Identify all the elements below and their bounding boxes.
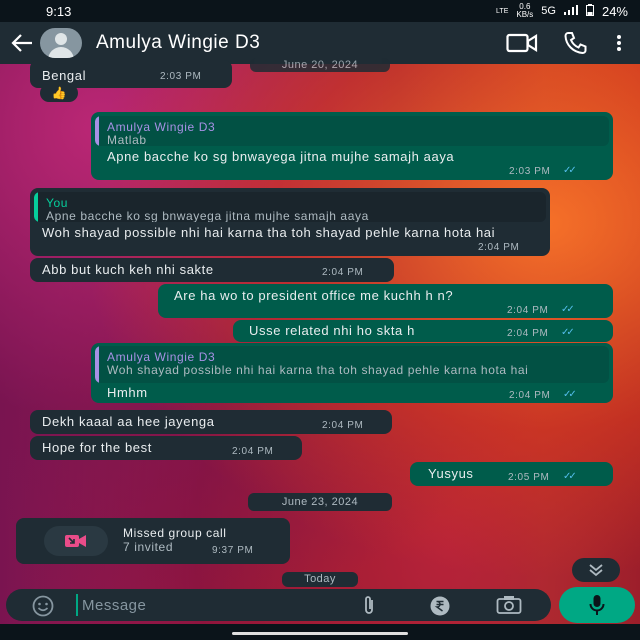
message-text: Yusyus: [428, 466, 474, 481]
message-input[interactable]: [76, 594, 336, 616]
system-nav-bar: [0, 624, 640, 640]
battery-percent: 24%: [601, 3, 628, 19]
scroll-to-bottom-button[interactable]: [572, 558, 620, 582]
quoted-message[interactable]: Amulya Wingie D3 Matlab: [95, 116, 609, 146]
message-text: Usse related nhi ho skta h: [249, 323, 415, 338]
quote-author: You: [46, 196, 69, 210]
message-time: 2:03 PM: [160, 71, 202, 82]
double-chevron-down-icon: [589, 564, 603, 577]
quote-text: Matlab: [107, 133, 147, 147]
message-time: 2:04 PM: [507, 328, 549, 339]
voice-call-icon[interactable]: [556, 23, 596, 63]
message-bubble-incoming[interactable]: Hope for the best 2:04 PM: [30, 436, 302, 460]
read-ticks-icon: ✓✓: [563, 389, 577, 400]
avatar[interactable]: [40, 28, 82, 58]
message-bubble-incoming[interactable]: Abb but kuch keh nhi sakte 2:04 PM: [30, 258, 394, 282]
message-text: Woh shayad possible nhi hai karna tha to…: [42, 225, 496, 240]
network-speed: 0.6 KB/s: [516, 3, 533, 19]
contact-name[interactable]: Amulya Wingie D3: [96, 32, 502, 54]
message-bubble-outgoing[interactable]: Usse related nhi ho skta h 2:04 PM ✓✓: [233, 320, 613, 342]
date-chip-top: June 20, 2024: [250, 58, 390, 72]
status-time: 9:13: [46, 3, 72, 19]
reaction-emoji: 👍: [51, 86, 67, 100]
reaction-thumbs-up[interactable]: 👍: [40, 84, 78, 102]
quoted-message[interactable]: Amulya Wingie D3 Woh shayad possible nhi…: [95, 346, 609, 383]
message-time: 2:05 PM: [508, 472, 550, 483]
network-speed-unit: KB/s: [516, 10, 534, 19]
message-text: Hope for the best: [42, 440, 152, 455]
message-time: 2:04 PM: [509, 390, 551, 401]
status-bar: 9:13 LTE 0.6 KB/s 5G 24%: [0, 0, 640, 22]
message-bubble-outgoing[interactable]: Amulya Wingie D3 Matlab Apne bacche ko s…: [91, 112, 613, 180]
rupee-payment-icon[interactable]: [429, 595, 451, 622]
home-gesture-handle[interactable]: [232, 632, 408, 635]
message-bubble-incoming[interactable]: Dekh kaaal aa hee jayenga 2:04 PM: [30, 410, 392, 434]
date-chip: June 23, 2024: [248, 493, 392, 511]
message-text: Dekh kaaal aa hee jayenga: [42, 414, 215, 429]
message-text: Apne bacche ko sg bnwayega jitna mujhe s…: [107, 149, 455, 164]
camera-icon[interactable]: [496, 595, 522, 620]
quote-text: Apne bacche ko sg bnwayega jitna mujhe s…: [46, 209, 369, 223]
missed-call-bubble[interactable]: Missed group call 7 invited 9:37 PM: [16, 518, 290, 564]
message-time: 2:04 PM: [478, 242, 520, 253]
message-time: 2:04 PM: [232, 446, 274, 457]
message-bubble-outgoing[interactable]: Amulya Wingie D3 Woh shayad possible nhi…: [91, 343, 613, 403]
date-chip-today: Today: [282, 572, 358, 587]
battery-icon: [585, 3, 594, 19]
message-time: 2:04 PM: [322, 267, 364, 278]
quote-author: Amulya Wingie D3: [107, 350, 216, 364]
quote-author: Amulya Wingie D3: [107, 120, 216, 134]
attach-icon[interactable]: [360, 595, 378, 622]
read-ticks-icon: ✓✓: [563, 165, 577, 176]
quoted-message[interactable]: You Apne bacche ko sg bnwayega jitna muj…: [34, 192, 546, 222]
mic-icon: [589, 595, 605, 615]
signal-icon: [563, 4, 578, 18]
message-bubble-outgoing[interactable]: Are ha wo to president office me kuchh h…: [158, 284, 613, 318]
read-ticks-icon: ✓✓: [561, 327, 575, 338]
missed-call-subtitle: 7 invited: [123, 540, 174, 554]
chat-area[interactable]: June 20, 2024 Bengal 2:03 PM 👍 Amulya Wi…: [0, 58, 640, 590]
message-text: Are ha wo to president office me kuchh h…: [174, 288, 454, 303]
emoji-icon[interactable]: [32, 595, 54, 622]
video-call-icon[interactable]: [502, 23, 542, 63]
message-time: 2:04 PM: [507, 305, 549, 316]
message-text: Bengal: [42, 68, 87, 83]
network-type: 5G: [541, 5, 556, 17]
quote-text: Woh shayad possible nhi hai karna tha to…: [107, 363, 529, 377]
lte-label: LTE: [496, 7, 509, 15]
read-ticks-icon: ✓✓: [563, 471, 577, 482]
missed-call-title: Missed group call: [123, 526, 227, 540]
missed-video-call-icon: [44, 526, 108, 556]
message-bubble-incoming[interactable]: You Apne bacche ko sg bnwayega jitna muj…: [30, 188, 550, 256]
message-time: 2:03 PM: [509, 166, 551, 177]
read-ticks-icon: ✓✓: [561, 304, 575, 315]
message-bubble-outgoing[interactable]: Yusyus 2:05 PM ✓✓: [410, 462, 613, 486]
back-arrow-icon[interactable]: [8, 29, 36, 57]
message-time: 9:37 PM: [212, 545, 254, 556]
message-time: 2:04 PM: [322, 420, 364, 431]
message-text: Hmhm: [107, 385, 148, 400]
message-composer: [6, 589, 551, 621]
more-options-icon[interactable]: [610, 23, 628, 63]
status-icons: LTE 0.6 KB/s 5G 24%: [496, 3, 628, 19]
mic-button[interactable]: [559, 587, 635, 623]
message-text: Abb but kuch keh nhi sakte: [42, 262, 214, 277]
